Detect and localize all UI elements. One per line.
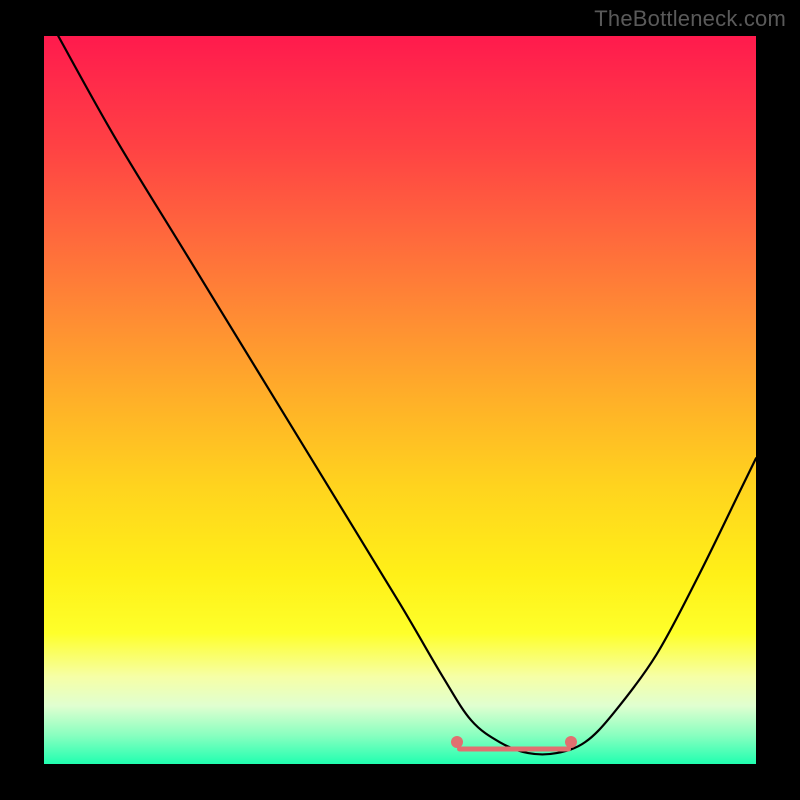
highlight-marker-right: [565, 736, 577, 748]
bottleneck-curve-line: [58, 36, 756, 754]
highlight-flat-segment: [457, 747, 571, 752]
watermark-text: TheBottleneck.com: [594, 6, 786, 32]
highlight-marker-left: [451, 736, 463, 748]
chart-curve-svg: [44, 36, 756, 764]
chart-plot-area: [44, 36, 756, 764]
